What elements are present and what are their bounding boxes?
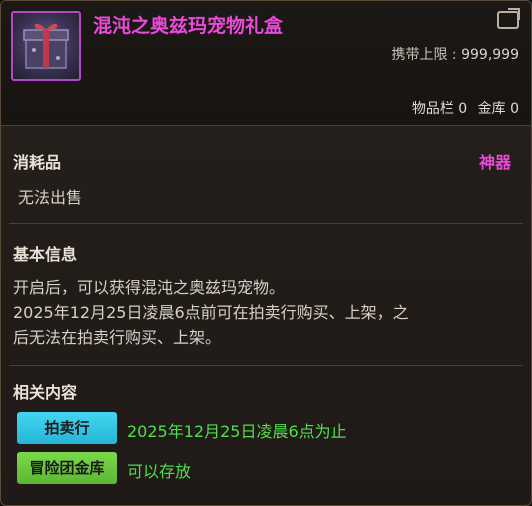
- storage-counts: 物品栏 0 金库 0: [412, 98, 519, 118]
- tooltip-header: 混沌之奥兹玛宠物礼盒 携带上限 : 999,999 物品栏 0 金库 0: [1, 1, 531, 126]
- trade-restriction: 无法出售: [18, 188, 83, 207]
- account-bank-tag[interactable]: 冒险团金库: [17, 452, 117, 484]
- carry-limit: 携带上限 : 999,999: [391, 44, 519, 64]
- description-line: 2025年12月25日凌晨6点前可在拍卖行购买、上架，之: [13, 303, 409, 322]
- inventory-count: 物品栏 0: [411, 101, 468, 117]
- section-divider: [9, 365, 523, 366]
- item-tooltip: 混沌之奥兹玛宠物礼盒 携带上限 : 999,999 物品栏 0 金库 0 消耗品…: [0, 0, 532, 506]
- gift-box-icon: [11, 11, 81, 81]
- basic-info-description: 开启后，可以获得混沌之奥兹玛宠物。 2025年12月25日凌晨6点前可在拍卖行购…: [13, 275, 519, 350]
- item-grade: 神器: [478, 153, 511, 172]
- description-line: 后无法在拍卖行购买、上架。: [13, 328, 222, 347]
- bank-count: 金库 0: [477, 101, 519, 117]
- auction-house-tag[interactable]: 拍卖行: [17, 412, 117, 444]
- description-line: 开启后，可以获得混沌之奥兹玛宠物。: [13, 278, 286, 297]
- section-divider: [9, 223, 523, 224]
- item-title: 混沌之奥兹玛宠物礼盒: [93, 15, 284, 37]
- share-link-icon[interactable]: [497, 8, 520, 29]
- account-bank-note: 可以存放: [127, 462, 192, 481]
- auction-house-note: 2025年12月25日凌晨6点为止: [127, 422, 347, 441]
- carry-limit-label: 携带上限 :: [391, 47, 462, 63]
- item-category: 消耗品: [13, 153, 62, 172]
- related-content-title: 相关内容: [13, 383, 78, 402]
- basic-info-title: 基本信息: [13, 245, 78, 264]
- carry-limit-value: 999,999: [461, 47, 519, 63]
